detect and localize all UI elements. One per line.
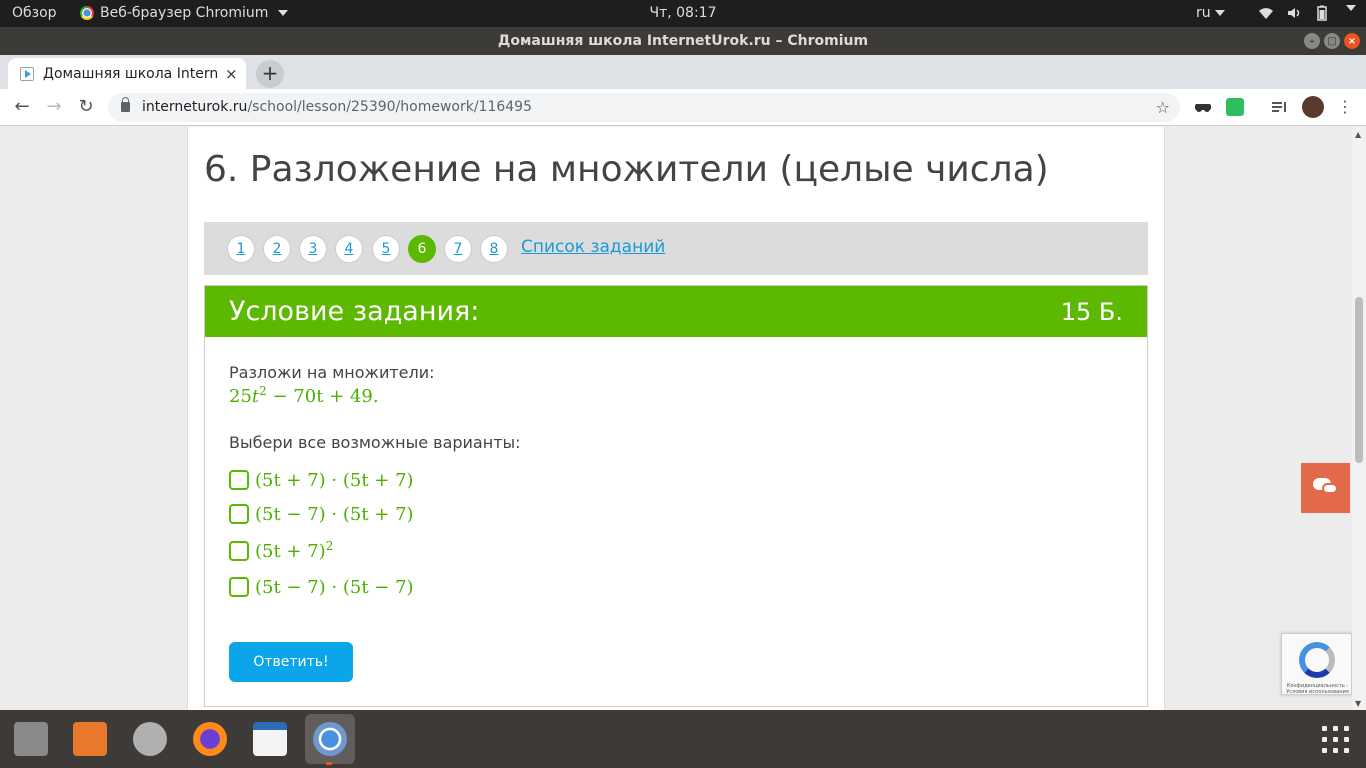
task-header-title: Условие задания: [229,296,480,327]
page-7-link[interactable]: 7 [444,235,472,263]
chevron-down-icon [1214,10,1225,16]
dock-files[interactable] [6,714,56,764]
new-tab-button[interactable]: + [256,60,284,88]
page-2-link[interactable]: 2 [263,235,291,263]
bookmark-star-icon[interactable]: ☆ [1156,93,1170,122]
window-controls: – □ × [1304,33,1360,49]
address-bar[interactable]: interneturok.ru/school/lesson/25390/home… [108,93,1180,122]
page-4-link[interactable]: 4 [335,235,363,263]
option-3-checkbox[interactable] [229,540,249,561]
page-scrollbar[interactable]: ▲ ▼ [1352,127,1366,710]
option-4[interactable]: (5t − 7) · (5t − 7) [229,575,414,598]
back-icon[interactable]: ← [10,95,34,119]
clock[interactable]: Чт, 08:17 [0,5,1366,21]
option-4-text: (5t − 7) · (5t − 7) [255,577,414,598]
answer-button[interactable]: Ответить! [229,642,353,682]
option-3-text: (5t + 7)2 [255,539,334,562]
close-tab-icon[interactable]: × [225,65,238,83]
lesson-title: 6. Разложение на множители (целые числа) [204,149,1049,190]
option-2[interactable]: (5t − 7) · (5t + 7) [229,502,414,525]
dock-chromium[interactable] [305,714,355,764]
extension-green-icon[interactable] [1226,98,1244,116]
browser-tab[interactable]: Домашняя школа Interne × [8,58,246,89]
menu-kebab-icon[interactable]: ⋮ [1333,95,1357,119]
page-6-current[interactable]: 6 [408,235,436,263]
software-center-icon [73,722,107,756]
scroll-down-arrow-icon[interactable]: ▼ [1355,699,1361,708]
lock-icon [121,97,130,112]
tab-title: Домашняя школа Interne [43,65,219,82]
document-viewer-icon [253,722,287,756]
scroll-up-arrow-icon[interactable]: ▲ [1355,130,1361,139]
task-prompt: Разложи на множители: [229,363,435,382]
browser-toolbar: ← → ↻ interneturok.ru/school/lesson/2539… [0,89,1366,126]
option-4-checkbox[interactable] [229,576,249,597]
settings-gear-icon [133,722,167,756]
option-3[interactable]: (5t + 7)2 [229,539,333,562]
dock [0,710,1366,768]
task-expression: 25t2 − 70t + 49. [229,384,379,407]
task-pager: 1 2 3 4 5 6 7 8 Список заданий [204,222,1148,275]
running-indicator [326,762,332,765]
url-path: /school/lesson/25390/homework/116495 [247,99,532,115]
page-1-link[interactable]: 1 [227,235,255,263]
task-list-link[interactable]: Список заданий [521,237,665,257]
maximize-button[interactable]: □ [1324,33,1340,49]
page-8-link[interactable]: 8 [480,235,508,263]
firefox-icon [193,722,227,756]
chat-widget-button[interactable] [1301,463,1350,513]
chevron-down-icon [1346,5,1356,11]
dock-firefox[interactable] [185,714,235,764]
tab-strip: Домашняя школа Interne × + [0,55,1366,89]
wifi-icon [1259,8,1273,19]
option-2-text: (5t − 7) · (5t + 7) [255,504,414,525]
scrollbar-thumb[interactable] [1355,297,1363,463]
dock-software-center[interactable] [65,714,115,764]
language-label: ru [1196,5,1211,21]
page-3-link[interactable]: 3 [299,235,327,263]
battery-icon [1317,5,1327,21]
volume-icon [1288,8,1300,18]
close-window-button[interactable]: × [1344,33,1360,49]
minimize-button[interactable]: – [1304,33,1320,49]
task-header: Условие задания: 15 Б. [205,286,1147,337]
page-5-link[interactable]: 5 [372,235,400,263]
recaptcha-badge[interactable]: Конфиденциальность - Условия использован… [1281,633,1352,695]
system-status-area[interactable] [1258,5,1356,21]
option-1[interactable]: (5t + 7) · (5t + 7) [229,468,414,491]
option-1-text: (5t + 7) · (5t + 7) [255,470,414,491]
chromium-icon [313,722,347,756]
choose-label: Выбери все возможные варианты: [229,433,521,452]
dock-text-editor[interactable] [245,714,295,764]
show-applications-icon[interactable] [1322,726,1350,754]
profile-avatar[interactable] [1302,96,1324,118]
files-icon [14,722,48,756]
recaptcha-logo-icon [1299,642,1335,678]
page-viewport: 6. Разложение на множители (целые числа)… [0,127,1352,710]
dock-settings[interactable] [125,714,175,764]
system-top-bar: Обзор Веб-браузер Chromium Чт, 08:17 ru [0,0,1366,27]
reload-icon[interactable]: ↻ [74,95,98,119]
task-card: Условие задания: 15 Б. Разложи на множит… [204,285,1148,707]
site-favicon-icon [20,66,34,81]
option-1-checkbox[interactable] [229,469,249,490]
url-domain: interneturok.ru [142,99,248,115]
media-controls-icon[interactable] [1270,98,1288,116]
task-points: 15 Б. [1060,298,1123,326]
incognito-extension-icon[interactable] [1194,98,1212,116]
language-selector[interactable]: ru [1196,5,1225,21]
recaptcha-terms[interactable]: Конфиденциальность - Условия использован… [1284,683,1351,695]
forward-icon[interactable]: → [42,95,66,119]
window-title: Домашняя школа InternetUrok.ru – Chromiu… [0,27,1366,55]
option-2-checkbox[interactable] [229,503,249,524]
